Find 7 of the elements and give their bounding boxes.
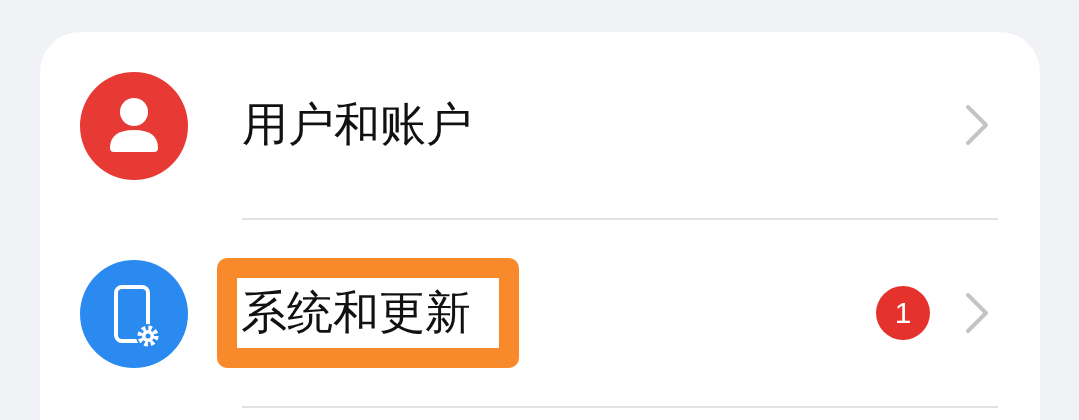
chevron-right-icon[interactable] (964, 291, 990, 335)
settings-item-label[interactable]: 系统和更新 (241, 282, 471, 344)
settings-item-label[interactable]: 用户和账户 (242, 94, 472, 156)
notification-badge: 1 (876, 286, 930, 340)
phone-gear-icon (80, 260, 188, 368)
chevron-right-icon[interactable] (964, 103, 990, 147)
user-icon (80, 72, 188, 180)
